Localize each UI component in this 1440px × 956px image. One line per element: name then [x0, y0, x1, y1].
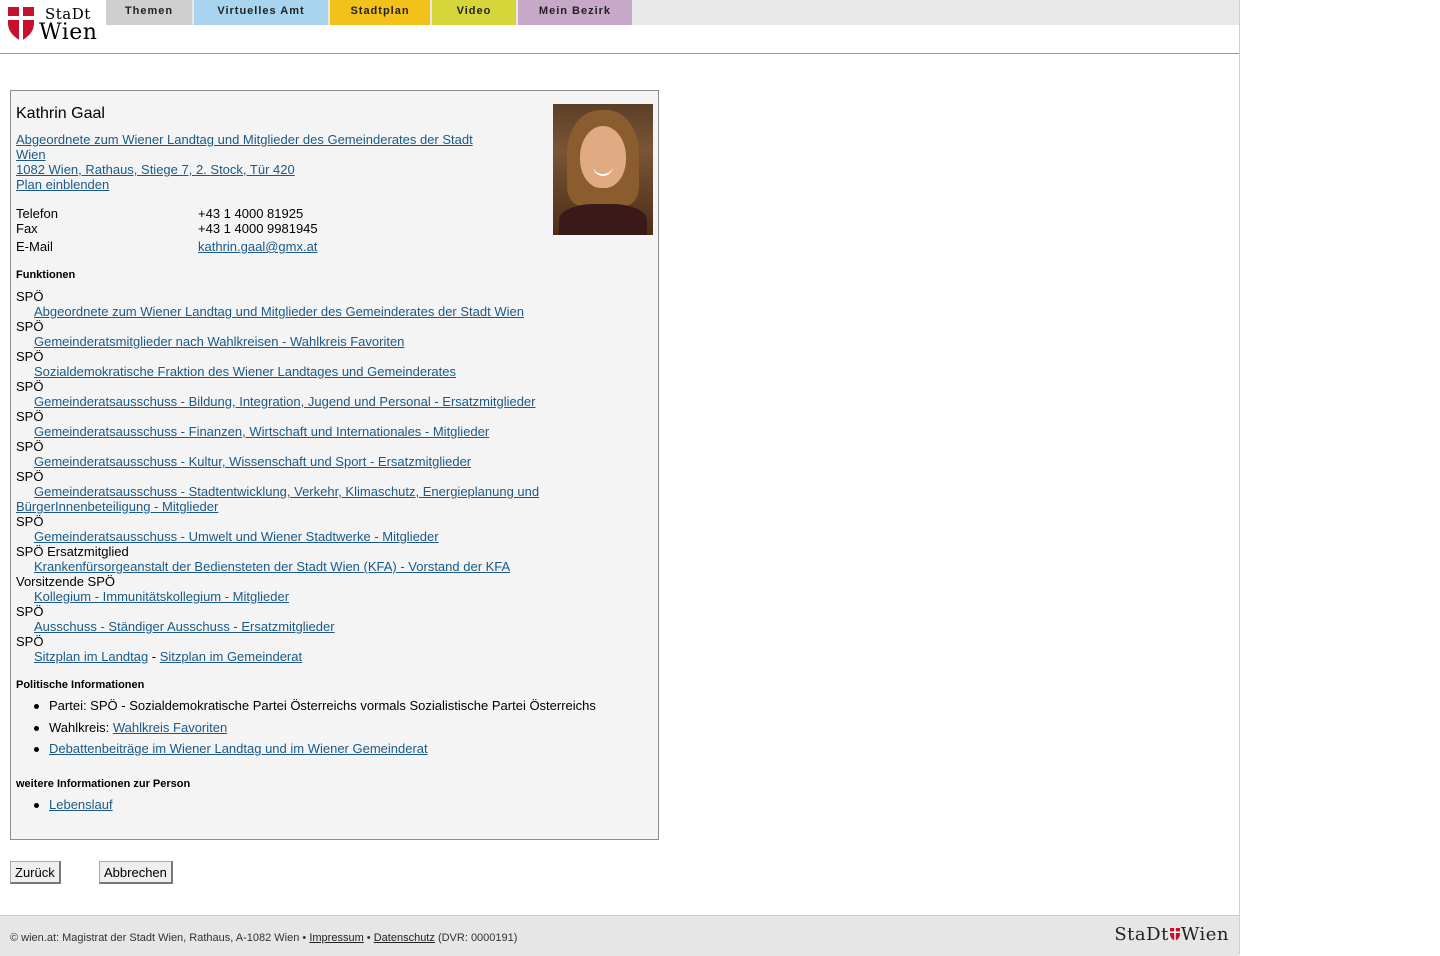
list-item: Lebenslauf [16, 797, 113, 812]
function-link-cont[interactable]: BürgerInnenbeteiligung - Mitglieder [16, 499, 218, 514]
function-link[interactable]: Gemeinderatsausschuss - Bildung, Integra… [34, 394, 536, 409]
footer-logo-wien: Wien [1180, 924, 1229, 945]
function-link[interactable]: Krankenfürsorgeanstalt der Bediensteten … [34, 559, 510, 574]
function-link[interactable]: Sozialdemokratische Fraktion des Wiener … [34, 364, 456, 379]
email-label: E-Mail [16, 239, 53, 254]
function-party: SPÖ [16, 289, 44, 304]
list-item: Partei: SPÖ - Sozialdemokratische Partei… [16, 698, 596, 720]
footer-dvr: (DVR: 0000191) [437, 932, 518, 944]
function-link[interactable]: Ausschuss - Ständiger Ausschuss - Ersatz… [34, 619, 335, 634]
party-text: Partei: SPÖ - Sozialdemokratische Partei… [49, 698, 596, 713]
person-title-link-cont[interactable]: Wien [16, 147, 46, 162]
footer-copyright: © wien.at: Magistrat der Stadt Wien, Rat… [10, 932, 307, 944]
lebenslauf-link[interactable]: Lebenslauf [49, 797, 113, 812]
datenschutz-link[interactable]: Datenschutz [374, 932, 435, 944]
function-link[interactable]: Gemeinderatsausschuss - Finanzen, Wirtsc… [34, 424, 489, 439]
function-party: SPÖ [16, 634, 44, 649]
function-link[interactable]: Kollegium - Immunitätskollegium - Mitgli… [34, 589, 289, 604]
footer-text: © wien.at: Magistrat der Stadt Wien, Rat… [10, 932, 517, 944]
fax-value: +43 1 4000 9981945 [198, 221, 318, 236]
nav-tab-mein-bezirk[interactable]: Mein Bezirk [518, 0, 632, 25]
function-link[interactable]: Gemeinderatsausschuss - Kultur, Wissensc… [34, 454, 471, 469]
seating-plan-links: Sitzplan im Landtag - Sitzplan im Gemein… [34, 649, 302, 664]
function-link[interactable]: Gemeinderatsmitglieder nach Wahlkreisen … [34, 334, 404, 349]
function-party: SPÖ [16, 514, 44, 529]
main-navigation: Themen Virtuelles Amt Stadtplan Video Me… [106, 0, 1239, 25]
person-photo [553, 104, 653, 235]
email-link[interactable]: kathrin.gaal@gmx.at [198, 239, 317, 254]
cancel-button[interactable]: Abbrechen [99, 861, 173, 884]
person-name: Kathrin Gaal [16, 105, 105, 122]
page: StaDt Wien Themen Virtuelles Amt Stadtpl… [0, 0, 1240, 956]
function-party: SPÖ [16, 379, 44, 394]
wien-shield-icon [1169, 928, 1180, 941]
phone-label: Telefon [16, 206, 58, 221]
function-party: SPÖ [16, 349, 44, 364]
seating-plan-landtag-link[interactable]: Sitzplan im Landtag [34, 649, 148, 664]
list-item: Wahlkreis: Wahlkreis Favoriten [16, 720, 596, 741]
function-link[interactable]: Gemeinderatsausschuss - Stadtentwicklung… [34, 484, 539, 499]
nav-tab-themen[interactable]: Themen [106, 0, 192, 25]
address-link[interactable]: 1082 Wien, Rathaus, Stiege 7, 2. Stock, … [16, 162, 295, 177]
footer-bullet: • [366, 932, 371, 944]
function-party: SPÖ [16, 469, 44, 484]
fax-label: Fax [16, 221, 38, 236]
phone-value: +43 1 4000 81925 [198, 206, 304, 221]
nav-tab-stadtplan[interactable]: Stadtplan [330, 0, 430, 25]
show-map-link[interactable]: Plan einblenden [16, 177, 109, 192]
list-item: Debattenbeiträge im Wiener Landtag und i… [16, 741, 596, 756]
footer: © wien.at: Magistrat der Stadt Wien, Rat… [0, 915, 1239, 956]
functions-heading: Funktionen [16, 269, 76, 281]
nav-tab-video[interactable]: Video [432, 0, 516, 25]
function-link[interactable]: Gemeinderatsausschuss - Umwelt und Wiene… [34, 529, 439, 544]
seating-plan-gemeinderat-link[interactable]: Sitzplan im Gemeinderat [160, 649, 302, 664]
wahlkreis-label: Wahlkreis: [49, 720, 110, 735]
wahlkreis-link[interactable]: Wahlkreis Favoriten [113, 720, 227, 735]
back-button[interactable]: Zurück [10, 861, 61, 884]
person-detail-card: Kathrin Gaal Abgeordnete zum Wiener Land… [10, 90, 659, 840]
function-party: SPÖ [16, 439, 44, 454]
header: StaDt Wien Themen Virtuelles Amt Stadtpl… [0, 0, 1239, 54]
function-party: SPÖ [16, 604, 44, 619]
political-info-heading: Politische Informationen [16, 679, 145, 691]
seating-plan-separator: - [148, 649, 160, 664]
function-party: SPÖ [16, 319, 44, 334]
function-party: SPÖ [16, 409, 44, 424]
function-link[interactable]: Abgeordnete zum Wiener Landtag und Mitgl… [34, 304, 524, 319]
person-title-link[interactable]: Abgeordnete zum Wiener Landtag und Mitgl… [16, 132, 473, 147]
stadt-wien-logo[interactable]: StaDt Wien [6, 5, 102, 45]
impressum-link[interactable]: Impressum [309, 932, 363, 944]
wien-shield-icon [8, 7, 34, 41]
political-info-list: Partei: SPÖ - Sozialdemokratische Partei… [16, 698, 596, 756]
footer-logo-stadt: StaDt [1114, 924, 1169, 945]
function-party: SPÖ Ersatzmitglied [16, 544, 129, 559]
nav-tab-virtuelles-amt[interactable]: Virtuelles Amt [194, 0, 328, 25]
function-party: Vorsitzende SPÖ [16, 574, 115, 589]
logo-wien-text: Wien [39, 20, 98, 45]
footer-logo[interactable]: StaDt Wien [1114, 924, 1229, 945]
more-info-list: Lebenslauf [16, 797, 113, 812]
debate-link[interactable]: Debattenbeiträge im Wiener Landtag und i… [49, 741, 428, 756]
more-info-heading: weitere Informationen zur Person [16, 778, 191, 790]
